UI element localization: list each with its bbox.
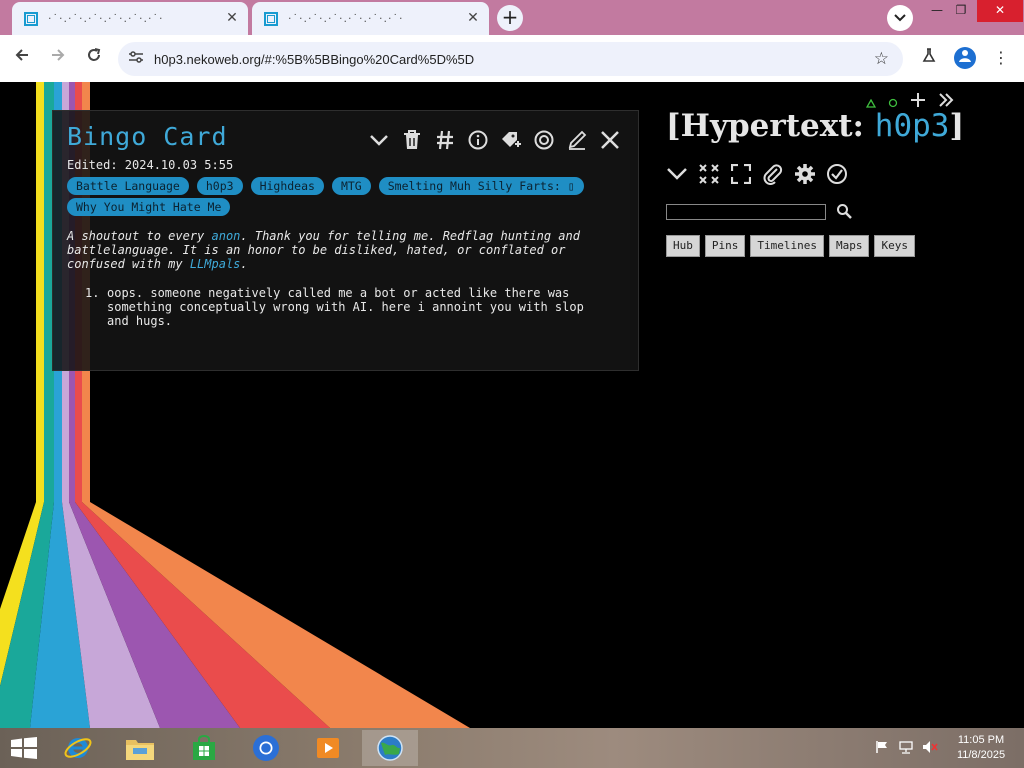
site-title-name[interactable]: h0p3 (875, 108, 950, 144)
media-player-icon[interactable] (300, 730, 356, 766)
anon-link[interactable]: anon (212, 229, 241, 243)
edit-pencil-icon[interactable] (563, 126, 590, 153)
favicon-icon (24, 11, 38, 26)
intro-text: . (240, 257, 248, 271)
sidebar-nav-buttons: Hub Pins Timelines Maps Keys (666, 235, 915, 257)
close-window-button[interactable]: ✕ (977, 0, 1023, 22)
tiddler-card: Bingo Card Edited: 2024.10.03 5:55 Battl… (52, 110, 639, 371)
volume-muted-icon[interactable] (922, 740, 938, 756)
card-title: Bingo Card (67, 122, 228, 151)
new-tab-button[interactable]: + (497, 5, 523, 31)
tab-title: ·˙·.·˙·.·˙·.·˙·.·˙·.·˙· (288, 12, 404, 25)
llmpals-link[interactable]: LLMpals (190, 257, 241, 271)
browser-toolbar: h0p3.nekoweb.org/#:%5B%5BBingo%20Card%5D… (0, 35, 1024, 82)
permalink-hash-icon[interactable] (431, 126, 458, 153)
tab-title: ·˙·.·˙·.·˙·.·˙·.·˙·.·˙· (48, 12, 164, 25)
clock-time: 11:05 PM (957, 734, 1005, 746)
target-icon[interactable] (530, 126, 557, 153)
tag-pill[interactable]: Highdeas (250, 177, 324, 195)
tab-close-icon[interactable]: ✕ (465, 10, 481, 26)
page-content: Bingo Card Edited: 2024.10.03 5:55 Battl… (0, 82, 1024, 728)
close-all-icon[interactable] (697, 162, 721, 186)
search-icon[interactable] (836, 203, 854, 221)
profile-avatar-icon[interactable] (954, 47, 976, 69)
chevron-down-icon (894, 14, 906, 22)
hub-button[interactable]: Hub (666, 235, 700, 257)
tab-2[interactable]: ·˙·.·˙·.·˙·.·˙·.·˙·.·˙· ✕ (252, 2, 489, 35)
site-title-prefix: [Hypertext: (666, 108, 875, 144)
tag-pill[interactable]: MTG (331, 177, 371, 195)
list-item-number: 1. (85, 286, 100, 300)
system-clock[interactable]: 11:05 PM 11/8/2025 (946, 733, 1016, 763)
pins-button[interactable]: Pins (704, 235, 746, 257)
sidebar-search-input[interactable] (666, 204, 826, 220)
card-toolbar (365, 126, 623, 153)
globe-app-icon[interactable] (362, 730, 418, 766)
arrow-left-icon (15, 49, 28, 61)
tag-pill[interactable]: h0p3 (196, 177, 243, 195)
clock-date: 11/8/2025 (956, 749, 1006, 761)
url-text[interactable]: h0p3.nekoweb.org/#:%5B%5BBingo%20Card%5D… (154, 52, 474, 67)
tag-pill[interactable]: Why You Might Hate Me (67, 198, 231, 216)
card-intro-text: A shoutout to every anon. Thank you for … (67, 229, 612, 271)
kebab-menu-icon[interactable]: ⋮ (990, 47, 1012, 69)
tab-close-icon[interactable]: ✕ (224, 10, 240, 26)
internet-explorer-icon[interactable] (50, 730, 106, 766)
paperclip-icon[interactable] (761, 162, 785, 186)
timelines-button[interactable]: Timelines (750, 235, 824, 257)
fold-chevron-icon[interactable] (365, 126, 392, 153)
tag-list: Battle Language h0p3 Highdeas MTG Smelti… (67, 177, 587, 216)
windows-start-icon[interactable] (10, 737, 38, 759)
tag-add-icon[interactable] (497, 126, 524, 153)
address-bar[interactable]: h0p3.nekoweb.org/#:%5B%5BBingo%20Card%5D… (118, 42, 903, 76)
reload-button[interactable] (82, 47, 106, 71)
windows-store-icon[interactable] (176, 730, 232, 766)
reload-icon (88, 48, 101, 61)
site-title: [Hypertext: h0p3] (666, 108, 964, 144)
keys-button[interactable]: Keys (874, 235, 915, 257)
trash-icon[interactable] (398, 126, 425, 153)
restore-button[interactable]: ❐ (946, 0, 976, 22)
bookmark-star-icon[interactable]: ☆ (874, 49, 889, 69)
back-button[interactable] (10, 47, 34, 71)
tag-pill[interactable]: Smelting Muh Silly Farts: ▯ (378, 177, 584, 195)
labs-flask-icon[interactable] (918, 47, 940, 69)
arrow-right-icon (52, 49, 65, 61)
favicon-icon (264, 11, 278, 26)
tab-search-button[interactable] (887, 5, 913, 31)
close-icon[interactable] (596, 126, 623, 153)
windows-taskbar: 11:05 PM 11/8/2025 (0, 728, 1024, 768)
intro-text: A shoutout to every (67, 229, 212, 243)
list-item-text: oops. someone negatively called me a bot… (107, 286, 584, 328)
tab-1[interactable]: ·˙·.·˙·.·˙·.·˙·.·˙·.·˙· ✕ (12, 2, 248, 35)
tag-pill[interactable]: Battle Language (67, 177, 189, 195)
chrome-icon[interactable] (238, 730, 294, 766)
site-info-icon[interactable] (128, 50, 146, 68)
info-icon[interactable] (464, 126, 491, 153)
action-center-flag-icon[interactable] (874, 740, 890, 756)
network-icon[interactable] (898, 740, 914, 756)
file-explorer-icon[interactable] (112, 730, 168, 766)
check-circle-icon[interactable] (825, 162, 849, 186)
fullscreen-icon[interactable] (729, 162, 753, 186)
maps-button[interactable]: Maps (828, 235, 870, 257)
site-title-suffix: ] (949, 108, 965, 144)
chevron-down-icon[interactable] (665, 162, 689, 186)
tab-strip: ·˙·.·˙·.·˙·.·˙·.·˙·.·˙· ✕ ·˙·.·˙·.·˙·.·˙… (0, 0, 1024, 35)
sidebar-toolbar (665, 162, 849, 186)
gear-icon[interactable] (793, 162, 817, 186)
forward-button[interactable] (46, 47, 70, 71)
edited-timestamp: Edited: 2024.10.03 5:55 (67, 158, 234, 172)
